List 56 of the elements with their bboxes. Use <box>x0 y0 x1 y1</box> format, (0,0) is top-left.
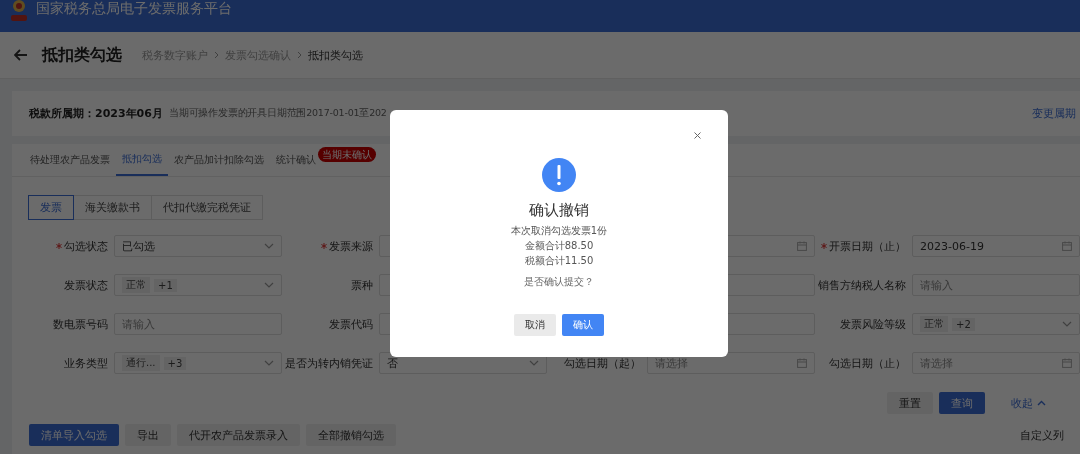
segment-tab[interactable]: 海关缴款书 <box>73 195 152 220</box>
chevron-right-icon <box>214 51 219 59</box>
field-label: 勾选日期（止） <box>829 355 906 371</box>
calendar-icon <box>1062 241 1072 251</box>
calendar-icon <box>797 358 807 368</box>
field-label: 发票风险等级 <box>840 316 906 332</box>
chevron-down-icon <box>264 243 274 249</box>
chevron-down-icon <box>1062 321 1072 327</box>
confirm-question: 是否确认提交？ <box>524 275 594 289</box>
field-label: 数电票号码 <box>53 316 108 332</box>
cancel-button[interactable]: 取消 <box>514 314 556 336</box>
field-label: 发票来源 <box>329 238 373 254</box>
period-label: 税款所属期：2023年06月 <box>29 106 163 121</box>
tab[interactable]: 抵扣勾选 <box>116 144 168 176</box>
segment-tab[interactable]: 发票 <box>28 195 74 220</box>
action-button[interactable]: 代开农产品发票录入 <box>177 424 300 446</box>
select-field[interactable]: 通行... +3 <box>114 352 282 374</box>
select-field[interactable]: 已勾选 <box>114 235 282 257</box>
field-label: 销售方纳税人名称 <box>818 277 906 293</box>
field-label: 是否为转内销凭证 <box>285 355 373 371</box>
chevron-up-icon <box>1037 400 1046 406</box>
field-label: 勾选状态 <box>64 238 108 254</box>
date-field[interactable]: 2023-06-19 <box>912 235 1080 257</box>
field-label: 票种 <box>351 277 373 293</box>
action-button[interactable]: 全部撤销勾选 <box>306 424 396 446</box>
field-label: 业务类型 <box>64 355 108 371</box>
tab[interactable]: 统计确认 当期未确认 <box>270 144 382 176</box>
close-icon <box>694 132 701 139</box>
chevron-down-icon <box>264 282 274 288</box>
segment-tab[interactable]: 代扣代缴完税凭证 <box>151 195 263 220</box>
dialog-title: 确认撤销 <box>529 201 589 220</box>
action-button[interactable]: 清单导入勾选 <box>29 424 119 446</box>
status-badge: 当期未确认 <box>318 147 376 162</box>
page-title: 抵扣类勾选 <box>42 44 122 66</box>
query-button[interactable]: 查询 <box>939 392 985 414</box>
field-label: 勾选日期（起） <box>564 355 641 371</box>
calendar-icon <box>1062 358 1072 368</box>
action-button[interactable]: 导出 <box>125 424 171 446</box>
calendar-icon <box>797 241 807 251</box>
warning-icon <box>542 158 576 192</box>
field-label: 发票状态 <box>64 277 108 293</box>
platform-title: 国家税务总局电子发票服务平台 <box>36 0 232 16</box>
emblem-icon <box>8 0 30 24</box>
confirm-button[interactable]: 确认 <box>562 314 604 336</box>
dialog-text: 税额合计11.50 <box>524 254 594 268</box>
chevron-down-icon <box>529 360 539 366</box>
change-period-link[interactable]: 变更属期 <box>1032 106 1076 121</box>
collapse-link[interactable]: 收起 <box>999 392 1058 414</box>
field-label: 发票代码 <box>329 316 373 332</box>
field-label: 开票日期（止） <box>829 238 906 254</box>
reset-button[interactable]: 重置 <box>887 392 933 414</box>
back-arrow-icon[interactable] <box>14 49 28 61</box>
chevron-right-icon <box>297 51 302 59</box>
chevron-down-icon <box>264 360 274 366</box>
dialog-text: 金额合计88.50 <box>524 239 594 253</box>
dialog-text: 本次取消勾选发票1份 <box>510 224 608 238</box>
